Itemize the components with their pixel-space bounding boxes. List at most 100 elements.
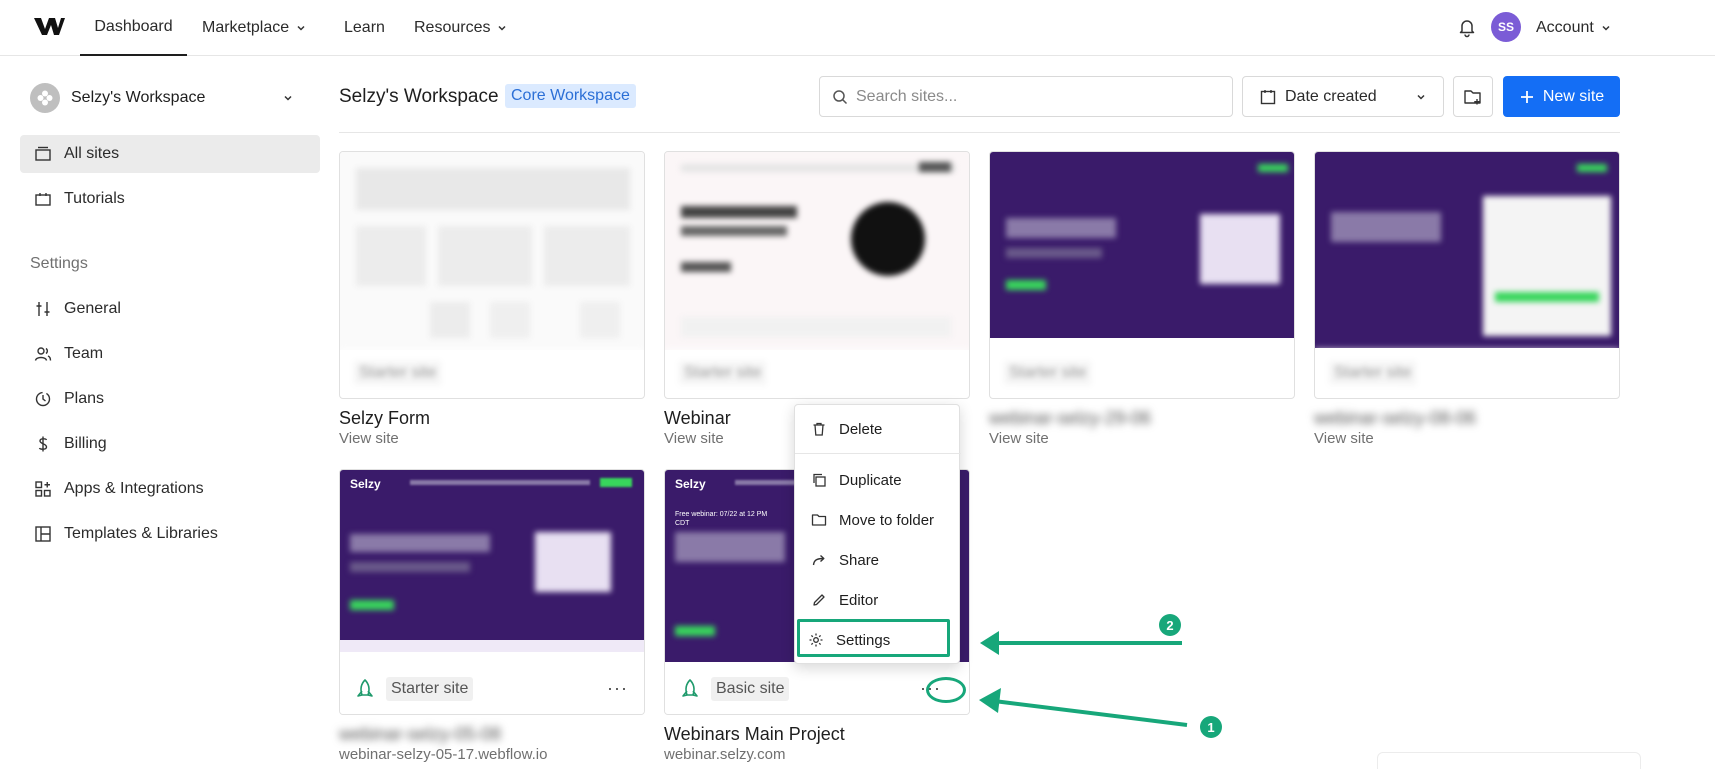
nav-marketplace-label: Marketplace: [202, 19, 290, 36]
menu-item-share[interactable]: Share: [795, 542, 961, 578]
site-card-footer: Starter site ···: [340, 664, 644, 714]
templates-icon: [35, 526, 51, 542]
site-type-label: Starter site: [679, 361, 767, 385]
site-card[interactable]: Selzy Starter site ···: [339, 469, 645, 715]
chevron-down-icon: [1417, 94, 1425, 100]
site-card-footer: Starter site: [665, 348, 969, 398]
site-thumbnail: [340, 152, 644, 350]
arrow-to-settings: [980, 631, 1182, 655]
nav-learn[interactable]: Learn: [344, 0, 385, 56]
sidebar-item-label: Team: [64, 345, 104, 362]
workspace-plan-badge: Core Workspace: [505, 84, 636, 108]
plans-icon: [35, 391, 51, 407]
sort-select[interactable]: Date created: [1242, 76, 1444, 117]
workspace-switcher[interactable]: Selzy's Workspace: [30, 82, 302, 114]
sidebar-item-tutorials[interactable]: Tutorials: [20, 180, 320, 218]
rocket-icon: [682, 679, 698, 697]
share-icon: [812, 554, 825, 566]
site-name[interactable]: webinar-selzy-05-08: [339, 724, 501, 745]
site-name[interactable]: webinar-selzy-29-06: [989, 408, 1151, 429]
site-type-label: Starter site: [386, 677, 474, 701]
top-navigation: Dashboard Marketplace Learn Resources SS…: [0, 0, 1715, 56]
workspace-title: Selzy's Workspace: [339, 86, 499, 107]
menu-item-delete[interactable]: Delete: [795, 411, 961, 447]
menu-item-editor[interactable]: Editor: [795, 582, 961, 618]
workspace-logo-icon: [37, 90, 53, 106]
site-name[interactable]: webinar-selzy-08-06: [1314, 408, 1476, 429]
menu-item-move-to-folder[interactable]: Move to folder: [795, 502, 961, 538]
menu-divider: [795, 453, 961, 454]
new-site-button[interactable]: New site: [1503, 76, 1620, 117]
site-card-thumbnail[interactable]: Starter site: [1314, 151, 1620, 399]
calendar-icon: [1260, 89, 1276, 104]
site-card-footer: Basic site ···: [665, 664, 969, 714]
nav-resources[interactable]: Resources: [414, 0, 508, 56]
site-thumbnail: [665, 152, 969, 350]
sidebar-item-label: Apps & Integrations: [64, 480, 204, 497]
sidebar-item-team[interactable]: Team: [20, 335, 320, 373]
view-site-link[interactable]: View site: [664, 430, 724, 447]
view-site-link[interactable]: View site: [1314, 430, 1374, 447]
account-menu[interactable]: Account: [1536, 0, 1612, 56]
search-icon: [833, 89, 848, 104]
nav-dashboard[interactable]: Dashboard: [80, 0, 187, 56]
chevron-down-icon: [297, 25, 305, 31]
floating-panel: [1377, 752, 1641, 769]
site-name[interactable]: Selzy Form: [339, 408, 430, 429]
sidebar-item-billing[interactable]: Billing: [20, 425, 320, 463]
view-site-link[interactable]: View site: [339, 430, 399, 447]
settings-heading: Settings: [30, 255, 88, 272]
menu-item-label: Editor: [839, 591, 879, 609]
header-divider: [339, 132, 1620, 133]
site-card-thumbnail[interactable]: Starter site: [339, 151, 645, 399]
sidebar-item-label: Templates & Libraries: [64, 525, 218, 542]
plus-icon: [1520, 90, 1533, 103]
user-avatar[interactable]: SS: [1491, 12, 1521, 42]
rocket-icon: [357, 679, 373, 697]
sidebar-item-apps-integrations[interactable]: Apps & Integrations: [20, 470, 320, 508]
sites-icon: [35, 146, 51, 161]
site-card-thumbnail[interactable]: Starter site: [664, 151, 970, 399]
step-2-badge: 2: [1159, 614, 1181, 636]
workspace-name: Selzy's Workspace: [71, 89, 206, 106]
menu-item-label: Duplicate: [839, 471, 902, 489]
settings-highlight-box: [797, 619, 950, 657]
site-card-thumbnail[interactable]: Starter site: [989, 151, 1295, 399]
step-1-badge: 1: [1200, 716, 1222, 738]
site-name[interactable]: Webinar: [664, 408, 731, 429]
team-icon: [34, 347, 52, 361]
site-card-footer: Starter site: [1315, 348, 1619, 398]
site-card-footer: Starter site: [990, 348, 1294, 398]
trash-icon: [813, 422, 825, 436]
tutorials-icon: [35, 193, 51, 206]
webflow-logo-icon[interactable]: [32, 14, 66, 38]
more-options-icon[interactable]: ···: [607, 679, 628, 697]
thumbnail-brand: Selzy: [675, 477, 706, 491]
menu-item-duplicate[interactable]: Duplicate: [795, 462, 961, 498]
more-options-highlight-circle: [926, 677, 966, 703]
site-type-label: Starter site: [1329, 361, 1417, 385]
search-input[interactable]: [856, 87, 1216, 106]
site-card-footer: Starter site: [340, 348, 644, 398]
nav-learn-label: Learn: [344, 19, 385, 36]
view-site-link[interactable]: View site: [989, 430, 1049, 447]
workspace-icon: [30, 83, 60, 113]
site-thumbnail: [990, 152, 1294, 338]
chevron-down-icon: [1602, 25, 1610, 31]
site-url-link[interactable]: webinar.selzy.com: [664, 746, 785, 763]
bell-icon[interactable]: [1456, 16, 1478, 38]
sidebar-item-plans[interactable]: Plans: [20, 380, 320, 418]
thumbnail-brand: Selzy: [350, 477, 381, 491]
nav-marketplace[interactable]: Marketplace: [202, 0, 307, 56]
menu-item-label: Delete: [839, 420, 883, 438]
sidebar-item-general[interactable]: General: [20, 290, 320, 328]
site-url-link[interactable]: webinar-selzy-05-17.webflow.io: [339, 746, 547, 763]
new-folder-button[interactable]: [1453, 76, 1493, 117]
sidebar-item-all-sites[interactable]: All sites: [20, 135, 320, 173]
site-name[interactable]: Webinars Main Project: [664, 724, 845, 745]
search-box[interactable]: [819, 76, 1233, 117]
avatar-initials: SS: [1497, 20, 1514, 34]
chevron-down-icon: [498, 25, 507, 31]
sliders-icon: [36, 302, 50, 316]
sidebar-item-templates-libraries[interactable]: Templates & Libraries: [20, 515, 320, 553]
